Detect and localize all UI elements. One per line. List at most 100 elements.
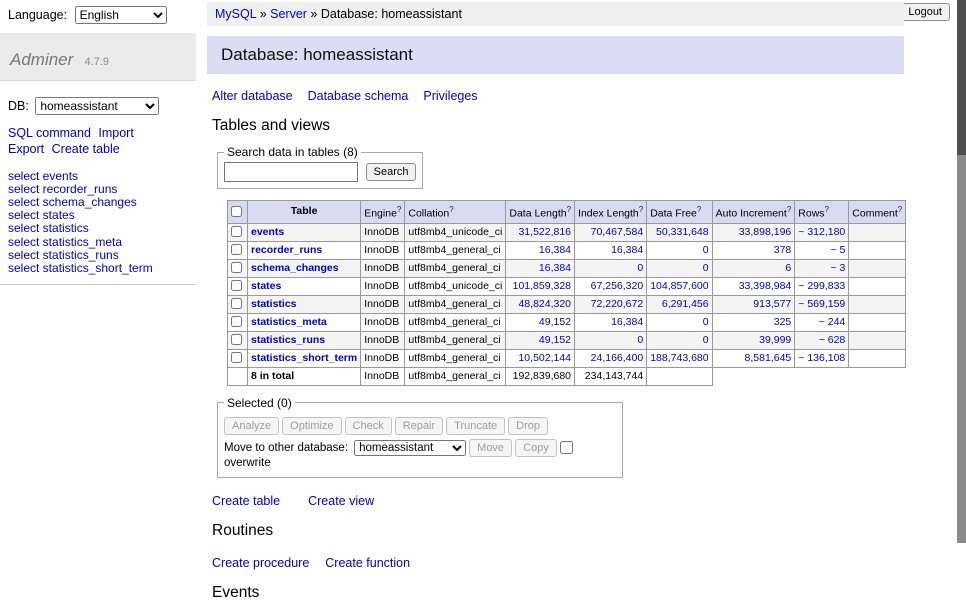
cell-data-length-link[interactable]: 16,384 [539, 262, 571, 274]
cell-data-free-link[interactable]: 188,743,680 [650, 352, 708, 364]
help-link[interactable]: ? [697, 205, 701, 214]
cell-data-free-link[interactable]: 0 [703, 334, 709, 346]
column-header-data-free[interactable]: Data Free? [647, 201, 712, 224]
cell-auto-increment-link[interactable]: 8,581,645 [745, 352, 792, 364]
table-name-link[interactable]: statistics_short_term [251, 352, 357, 364]
cell-auto-increment-link[interactable]: 913,577 [753, 298, 791, 310]
column-header-rows[interactable]: Rows? [795, 201, 849, 224]
cell-index-length-link[interactable]: 16,384 [611, 244, 643, 256]
cell-index-length-link[interactable]: 70,467,584 [591, 226, 644, 238]
cell-rows-link[interactable]: ~ 3 [830, 262, 845, 274]
cell-index-length-link[interactable]: 67,256,320 [591, 280, 644, 292]
search-input[interactable] [224, 162, 358, 182]
breadcrumb-link-mysql[interactable]: MySQL [215, 7, 256, 21]
select-all-checkbox[interactable] [231, 206, 242, 217]
language-select[interactable]: English [75, 6, 167, 24]
column-header-index-length[interactable]: Index Length? [575, 201, 647, 224]
cell-data-free-link[interactable]: 0 [703, 262, 709, 274]
link-create-view[interactable]: Create view [308, 494, 374, 508]
scrollbar-thumb[interactable] [957, 0, 966, 155]
row-checkbox[interactable] [231, 352, 242, 363]
sidebar-link-import[interactable]: Import [98, 126, 133, 140]
action-button-analyze[interactable]: Analyze [224, 417, 279, 435]
scrollbar[interactable] [957, 0, 966, 543]
table-name-link[interactable]: schema_changes [251, 262, 339, 274]
action-button-truncate[interactable]: Truncate [446, 417, 505, 435]
sidebar-select-events[interactable]: select events [8, 170, 188, 183]
link-create-procedure[interactable]: Create procedure [212, 556, 309, 570]
row-checkbox[interactable] [231, 262, 242, 273]
cell-rows-link[interactable]: ~ 312,180 [798, 226, 845, 238]
cell-data-length-link[interactable]: 101,859,328 [513, 280, 571, 292]
sidebar-link-export[interactable]: Export [8, 142, 44, 156]
row-checkbox[interactable] [231, 280, 242, 291]
cell-data-length-link[interactable]: 48,824,320 [518, 298, 571, 310]
cell-index-length-link[interactable]: 0 [637, 334, 643, 346]
link-create-function[interactable]: Create function [325, 556, 410, 570]
row-checkbox[interactable] [231, 334, 242, 345]
action-button-repair[interactable]: Repair [395, 417, 443, 435]
nav-link-privileges[interactable]: Privileges [423, 89, 477, 103]
sidebar-select-statistics-short-term[interactable]: select statistics_short_term [8, 262, 188, 275]
cell-data-free-link[interactable]: 50,331,648 [656, 226, 709, 238]
cell-auto-increment-link[interactable]: 33,898,196 [739, 226, 792, 238]
help-link[interactable]: ? [898, 205, 902, 214]
cell-auto-increment-link[interactable]: 33,398,984 [739, 280, 792, 292]
cell-data-length-link[interactable]: 16,384 [539, 244, 571, 256]
app-name[interactable]: Adminer [10, 50, 73, 69]
copy-button[interactable]: Copy [515, 439, 557, 457]
cell-auto-increment-link[interactable]: 6 [785, 262, 791, 274]
table-name-link[interactable]: events [251, 226, 284, 238]
sidebar-select-statistics[interactable]: select statistics [8, 222, 188, 235]
action-button-optimize[interactable]: Optimize [282, 417, 341, 435]
logout-button[interactable]: Logout [900, 3, 950, 21]
db-select[interactable]: homeassistant [35, 97, 159, 115]
column-header-collation[interactable]: Collation? [405, 201, 506, 224]
cell-index-length-link[interactable]: 16,384 [611, 316, 643, 328]
cell-index-length-link[interactable]: 0 [637, 262, 643, 274]
cell-data-free-link[interactable]: 0 [703, 244, 709, 256]
table-name-link[interactable]: states [251, 280, 281, 292]
help-link[interactable]: ? [825, 205, 829, 214]
sidebar-select-recorder-runs[interactable]: select recorder_runs [8, 183, 188, 196]
sidebar-link-create-table[interactable]: Create table [52, 142, 120, 156]
cell-data-free-link[interactable]: 104,857,600 [650, 280, 708, 292]
action-button-drop[interactable]: Drop [508, 417, 548, 435]
table-name-link[interactable]: statistics_meta [251, 316, 327, 328]
action-button-check[interactable]: Check [345, 417, 392, 435]
sidebar-select-statistics-runs[interactable]: select statistics_runs [8, 249, 188, 262]
row-checkbox[interactable] [231, 226, 242, 237]
cell-index-length-link[interactable]: 24,166,400 [591, 352, 644, 364]
sidebar-link-sql-command[interactable]: SQL command [8, 126, 91, 140]
table-name-link[interactable]: statistics [251, 298, 297, 310]
cell-auto-increment-link[interactable]: 378 [774, 244, 792, 256]
cell-data-length-link[interactable]: 49,152 [539, 316, 571, 328]
cell-rows-link[interactable]: ~ 569,159 [798, 298, 845, 310]
column-header-engine[interactable]: Engine? [361, 201, 405, 224]
help-link[interactable]: ? [567, 205, 571, 214]
move-db-select[interactable]: homeassistant [354, 440, 466, 456]
row-checkbox[interactable] [231, 244, 242, 255]
column-header-data-length[interactable]: Data Length? [506, 201, 575, 224]
help-link[interactable]: ? [639, 205, 643, 214]
cell-rows-link[interactable]: ~ 244 [819, 316, 846, 328]
cell-data-free-link[interactable]: 6,291,456 [662, 298, 709, 310]
move-button[interactable]: Move [469, 439, 512, 457]
nav-link-alter-database[interactable]: Alter database [212, 89, 293, 103]
cell-data-length-link[interactable]: 31,522,816 [518, 226, 571, 238]
overwrite-checkbox[interactable] [560, 441, 573, 454]
breadcrumb-link-server[interactable]: Server [270, 7, 307, 21]
table-name-link[interactable]: statistics_runs [251, 334, 325, 346]
cell-data-free-link[interactable]: 0 [703, 316, 709, 328]
nav-link-database-schema[interactable]: Database schema [308, 89, 409, 103]
sidebar-select-statistics-meta[interactable]: select statistics_meta [8, 236, 188, 249]
column-header-comment[interactable]: Comment? [849, 201, 906, 224]
help-link[interactable]: ? [787, 205, 791, 214]
cell-rows-link[interactable]: ~ 299,833 [798, 280, 845, 292]
cell-rows-link[interactable]: ~ 5 [830, 244, 845, 256]
search-button[interactable]: Search [366, 163, 417, 181]
cell-rows-link[interactable]: ~ 628 [819, 334, 846, 346]
table-name-link[interactable]: recorder_runs [251, 244, 322, 256]
cell-rows-link[interactable]: ~ 136,108 [798, 352, 845, 364]
help-link[interactable]: ? [449, 205, 453, 214]
